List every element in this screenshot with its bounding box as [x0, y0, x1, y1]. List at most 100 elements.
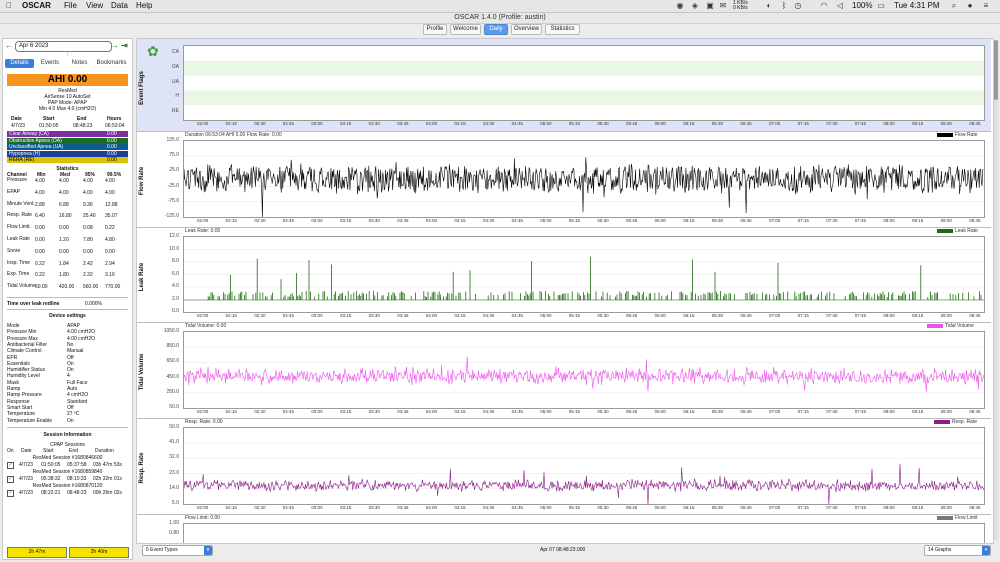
- tab-profile[interactable]: Profile: [423, 24, 447, 35]
- prev-day-button[interactable]: ←: [5, 41, 13, 51]
- resp-rate-legend-swatch: [934, 419, 950, 424]
- time-tick-label: 04:45: [511, 409, 523, 414]
- device-setting-row: Temperature Enable On: [7, 418, 128, 424]
- flow-rate-plot[interactable]: [183, 140, 985, 218]
- event-index-value: 0.00: [107, 144, 117, 150]
- status-icon-5[interactable]: ◐: [765, 2, 773, 10]
- time-tick-label: 02:15: [225, 218, 237, 223]
- left-subtabs: Details Events Notes Bookmarks: [5, 59, 129, 68]
- leak-rate-plot[interactable]: [183, 236, 985, 313]
- status-icon-2[interactable]: ◈: [691, 2, 699, 10]
- flow-rate-line: [183, 157, 984, 218]
- status-icon-3[interactable]: ▣: [706, 2, 714, 10]
- session-row[interactable]: ✓ 4/7/23 01:50:05 05:37:58 03h 47m 53s: [7, 462, 128, 469]
- graphs-dropdown[interactable]: 14 Graphs ▾: [924, 545, 991, 556]
- stats-value: 2.88: [35, 201, 45, 208]
- time-tick-label: 07:15: [797, 313, 809, 318]
- wifi-icon[interactable]: ◠: [820, 2, 828, 10]
- battery-icon[interactable]: ▭: [875, 2, 887, 10]
- device-setting-label: Smart Start: [7, 404, 33, 411]
- resp-rate-chart: [183, 442, 985, 505]
- event-index-label: Hypopnea (H): [9, 150, 41, 157]
- event-types-dropdown[interactable]: 5 Event Types ▾: [142, 545, 213, 556]
- session-summary-header: Date Start End Hours: [7, 116, 128, 122]
- time-tick-label: 07:00: [769, 505, 781, 510]
- resp-rate-plot[interactable]: [183, 427, 985, 505]
- menu-app-name[interactable]: OSCAR: [22, 1, 51, 11]
- event-flags-plot[interactable]: [183, 45, 985, 121]
- subtab-bookmarks[interactable]: Bookmarks: [94, 59, 129, 68]
- stats-value: 4.00: [35, 189, 45, 196]
- time-tick-label: 08:15: [912, 313, 924, 318]
- divider: [7, 297, 128, 298]
- graphs-scrollbar[interactable]: [994, 40, 998, 540]
- stats-channel: Flow Limit.: [7, 224, 31, 231]
- device-setting-value: APAP: [67, 323, 80, 329]
- stats-value: 4.00: [83, 178, 93, 184]
- window-title: OSCAR 1.4.0 (Profile: austin): [0, 13, 1000, 24]
- stats-value: 60.00: [35, 284, 48, 291]
- time-tick-label: 02:45: [282, 313, 295, 318]
- session-enabled-checkbox[interactable]: ✓: [7, 462, 14, 469]
- search-icon[interactable]: ⌕: [950, 2, 958, 10]
- menu-help[interactable]: Help: [136, 1, 152, 11]
- user-icon[interactable]: ●: [966, 2, 974, 10]
- session-title: ResMed Session #1680870120: [32, 483, 103, 489]
- session-date: 4/7/23: [19, 476, 33, 482]
- tab-daily[interactable]: Daily: [484, 24, 508, 35]
- stats-value: 12.88: [105, 201, 118, 208]
- ahi-banner: AHI 0.00: [7, 74, 128, 86]
- status-icon-1[interactable]: ◉: [676, 2, 684, 10]
- divider: [7, 427, 128, 428]
- date-picker[interactable]: Apr 6 2023: [15, 41, 112, 52]
- menu-data[interactable]: Data: [111, 1, 128, 11]
- time-tick-label: 02:30: [254, 121, 266, 126]
- graphs-scrollbar-thumb[interactable]: [994, 40, 998, 100]
- session-enabled-checkbox[interactable]: ✓: [7, 490, 14, 497]
- status-icon-6[interactable]: ◷: [794, 2, 802, 10]
- time-tick-label: 04:15: [454, 121, 466, 126]
- tab-overview[interactable]: Overview: [511, 24, 542, 35]
- event-index-value: 0.00: [107, 150, 117, 157]
- event-flag-row-label: UA: [172, 78, 179, 85]
- time-tick-label: 02:00: [197, 313, 209, 318]
- menu-file[interactable]: File: [64, 1, 77, 11]
- clock[interactable]: Tue 4:31 PM: [894, 1, 940, 11]
- session-row[interactable]: ✓ 4/7/23 05:38:32 08:10:33 02h 32m 01s: [7, 476, 128, 483]
- last-day-button[interactable]: ⇥: [121, 41, 128, 51]
- time-tick-label: 07:00: [769, 218, 781, 223]
- subtab-notes[interactable]: Notes: [66, 59, 93, 68]
- control-center-icon[interactable]: ≡: [982, 2, 990, 10]
- tab-statistics[interactable]: Statistics: [545, 24, 580, 35]
- flow-limit-plot[interactable]: [183, 523, 985, 543]
- leak-rate-panel: Leak Rate: 0.00 Leak Rate Leak Rate 12.0…: [137, 228, 991, 323]
- apple-icon[interactable]: : [6, 1, 12, 11]
- time-tick-label: 03:30: [368, 409, 380, 414]
- tidal-volume-plot[interactable]: [183, 331, 985, 409]
- tab-welcome[interactable]: Welcome: [450, 24, 481, 35]
- subtab-details[interactable]: Details: [5, 59, 34, 68]
- col-hours: Hours: [107, 116, 122, 122]
- next-day-button[interactable]: →: [111, 41, 119, 51]
- session-row[interactable]: ✓ 4/7/23 08:22:21 08:48:23 00h 26m 02s: [7, 490, 128, 497]
- time-tick-label: 06:15: [683, 505, 695, 510]
- session-info-title: Session Information: [43, 432, 92, 438]
- device-setting-label: Pressure Max: [7, 335, 38, 342]
- time-tick-label: 05:00: [540, 409, 552, 414]
- status-icon-4[interactable]: ✉: [719, 2, 727, 10]
- stats-value: 4.00: [105, 178, 115, 184]
- stats-value: 0.00: [59, 248, 69, 255]
- bluetooth-icon[interactable]: ᛒ: [780, 2, 788, 10]
- time-tick-label: 03:15: [340, 218, 352, 223]
- time-tick-label: 05:30: [597, 313, 609, 318]
- splitter-handle[interactable]: :: [67, 52, 68, 58]
- session-duration: 02h 32m 01s: [93, 476, 122, 482]
- volume-icon[interactable]: ◁: [836, 2, 844, 10]
- time-tick-label: 06:30: [711, 313, 724, 318]
- menu-view[interactable]: View: [86, 1, 103, 11]
- stats-row: Insp. Time 0.22 1.84 2.42 2.94: [7, 260, 128, 267]
- subtab-events[interactable]: Events: [35, 59, 65, 68]
- device-setting-row: Pressure Max 4.00 cmH2O: [7, 336, 128, 342]
- time-tick-label: 03:45: [397, 218, 409, 223]
- session-enabled-checkbox[interactable]: ✓: [7, 476, 14, 483]
